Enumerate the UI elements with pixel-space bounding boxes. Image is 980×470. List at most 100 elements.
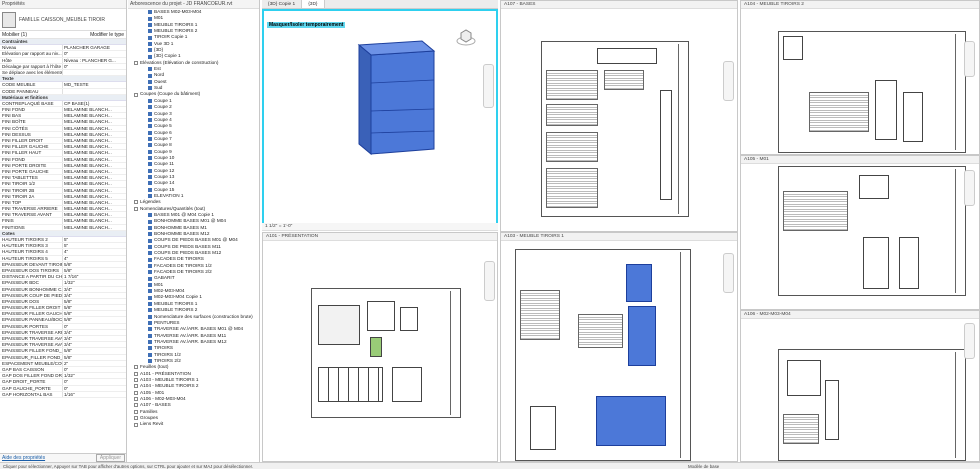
view-icon — [148, 41, 152, 46]
property-value[interactable]: MELAMINE BLANCH... — [63, 188, 125, 193]
property-value[interactable]: 5/8" — [63, 305, 125, 310]
property-name: FINI FILLER DROIT — [0, 138, 63, 144]
instance-selector[interactable]: Mobilier (1) — [2, 32, 27, 38]
cabinet-elevation — [863, 237, 889, 289]
property-value[interactable] — [63, 89, 125, 94]
view-icon — [148, 263, 152, 268]
property-value[interactable]: MELAMINE BLANCH... — [63, 150, 125, 155]
view-icon — [148, 175, 152, 180]
navigation-bar-a106[interactable] — [964, 323, 975, 359]
property-value[interactable]: MELAMINE BLANCH... — [63, 225, 125, 230]
navigation-bar-a101[interactable] — [484, 261, 495, 301]
property-value[interactable]: 1 7/16" — [63, 274, 125, 279]
property-value[interactable]: MELAMINE BLANCH... — [63, 169, 125, 174]
view-control-bar[interactable]: 1 1/2" = 1'-0" — [262, 223, 498, 231]
view-icon — [148, 10, 152, 15]
property-name: EPAISSEUR FILLER GAUCHE — [2, 311, 63, 317]
schedule-table — [546, 70, 598, 100]
sheet-view-a103[interactable]: A103 - MEUBLE TIROIRS 1 — [500, 232, 738, 462]
property-value[interactable]: 4" — [63, 256, 125, 261]
property-value[interactable]: MELAMINE BLANCH... — [63, 212, 125, 217]
property-value[interactable]: PLANCHER GARAGE — [63, 45, 125, 50]
property-value[interactable]: 3/4" — [63, 293, 125, 298]
property-value[interactable]: 5/8" — [63, 299, 125, 304]
property-value[interactable]: 0" — [63, 367, 125, 372]
property-value[interactable]: 3/4" — [63, 336, 125, 341]
viewcube-icon[interactable] — [456, 27, 476, 47]
property-value[interactable]: 5/8" — [63, 348, 125, 353]
property-value[interactable]: MELAMINE BLANCH... — [63, 119, 125, 124]
edit-type-button[interactable]: Modifier le type — [90, 32, 124, 38]
type-selector[interactable]: FAMILLE CAISSON_MEUBLE TIROIR — [0, 9, 126, 31]
folder-icon — [134, 397, 138, 402]
sheet-view-a106[interactable]: A106 - M02-M03-M04 — [740, 310, 980, 462]
property-value[interactable]: 5/8" — [63, 262, 125, 267]
property-value[interactable]: MELAMINE BLANCH... — [63, 200, 125, 205]
property-value[interactable]: 3/4" — [63, 330, 125, 335]
sheet-view-a104[interactable]: A104 - MEUBLE TIROIRS 2 — [740, 0, 980, 155]
property-value[interactable] — [63, 70, 125, 75]
property-name: GAP GAUCHE_PORTE — [0, 385, 63, 391]
property-name: EPAISSEUR COUP DE PIED — [2, 292, 63, 298]
property-name: HAUTEUR TIROIRS 5 — [0, 255, 63, 261]
property-value[interactable]: 5/8" — [63, 268, 125, 273]
browser-item-label: Elévations (Elévation de construction) — [140, 59, 219, 65]
property-row[interactable]: GAP HORIZONTAL BAS 1/16" — [0, 391, 126, 398]
view-icon — [148, 225, 152, 230]
view-3d[interactable]: Masquer/Isoler temporairement — [262, 9, 498, 231]
property-value[interactable]: MELAMINE BLANCH... — [63, 194, 125, 199]
tab-3d[interactable]: {3D} — [302, 0, 325, 8]
property-value[interactable]: 4" — [63, 249, 125, 254]
properties-grid[interactable]: Contraintes Niveau PLANCHER GARAGE Elévatio… — [0, 39, 126, 398]
sheet-view-a107[interactable]: A107 - BASES — [500, 0, 738, 232]
apply-button[interactable]: Appliquer — [95, 454, 125, 462]
view-icon — [148, 73, 152, 78]
property-value[interactable]: 3/4" — [63, 287, 125, 292]
folder-icon — [134, 365, 138, 370]
folder-icon — [134, 371, 138, 376]
property-value[interactable]: MELAMINE BLANCH... — [63, 218, 125, 223]
property-value[interactable]: 1/32" — [63, 373, 125, 378]
navigation-bar-a104[interactable] — [964, 41, 975, 77]
sheet-view-a105[interactable]: A105 - M01 — [740, 155, 980, 310]
room-perspective — [318, 305, 360, 345]
property-value[interactable]: MELAMINE BLANCH... — [63, 113, 125, 118]
property-value[interactable]: 5/8" — [63, 311, 125, 316]
navigation-bar[interactable] — [483, 64, 494, 108]
property-value[interactable]: 1/32" — [63, 280, 125, 285]
property-value[interactable]: CP BASE(1) — [63, 101, 125, 106]
property-value[interactable]: MELAMINE BLANCH... — [63, 175, 125, 180]
properties-help-link[interactable]: Aide des propriétés — [2, 455, 45, 461]
navigation-bar-a105[interactable] — [964, 170, 975, 206]
property-value[interactable]: Niveau : PLANCHER G... — [63, 58, 125, 63]
browser-item[interactable]: Liens Revit — [134, 421, 259, 427]
property-value[interactable]: 5" — [63, 243, 125, 248]
property-value[interactable]: MELAMINE BLANCH... — [63, 157, 125, 162]
property-value[interactable]: MELAMINE BLANCH... — [63, 206, 125, 211]
property-value[interactable]: 0" — [63, 379, 125, 384]
sheet-view-a101[interactable]: A101 - PRÉSENTATION — [262, 232, 498, 462]
property-value[interactable]: MELAMINE BLANCH... — [63, 107, 125, 112]
property-value[interactable]: 0" — [63, 386, 125, 391]
sheet-a104-title: A104 - MEUBLE TIROIRS 2 — [741, 1, 979, 9]
property-value[interactable]: 3/4" — [63, 342, 125, 347]
property-value[interactable]: MELAMINE BLANCH... — [63, 144, 125, 149]
property-value[interactable]: 5/8" — [63, 355, 125, 360]
navigation-bar-a107[interactable] — [723, 61, 734, 101]
property-value[interactable]: 0" — [63, 64, 125, 69]
property-value[interactable]: MELAMINE BLANCH... — [63, 132, 125, 137]
property-value[interactable]: 5/8" — [63, 317, 125, 322]
property-value[interactable]: 2" — [63, 361, 125, 366]
property-value[interactable]: 0" — [63, 324, 125, 329]
property-value[interactable]: 5" — [63, 237, 125, 242]
navigation-bar-a103[interactable] — [723, 253, 734, 293]
property-value[interactable]: MD_TESTE — [63, 82, 125, 87]
property-value[interactable]: 0" — [63, 51, 125, 56]
tab-3d-copy[interactable]: {3D} Copie 1 — [262, 0, 303, 8]
property-value[interactable]: 1/16" — [63, 392, 125, 397]
property-value[interactable]: MELAMINE BLANCH... — [63, 138, 125, 143]
property-value[interactable]: MELAMINE BLANCH... — [63, 163, 125, 168]
property-value[interactable]: MELAMINE BLANCH... — [63, 126, 125, 131]
property-value[interactable]: MELAMINE BLANCH... — [63, 181, 125, 186]
property-name: FINI FILLER GAUCHE — [0, 144, 63, 150]
